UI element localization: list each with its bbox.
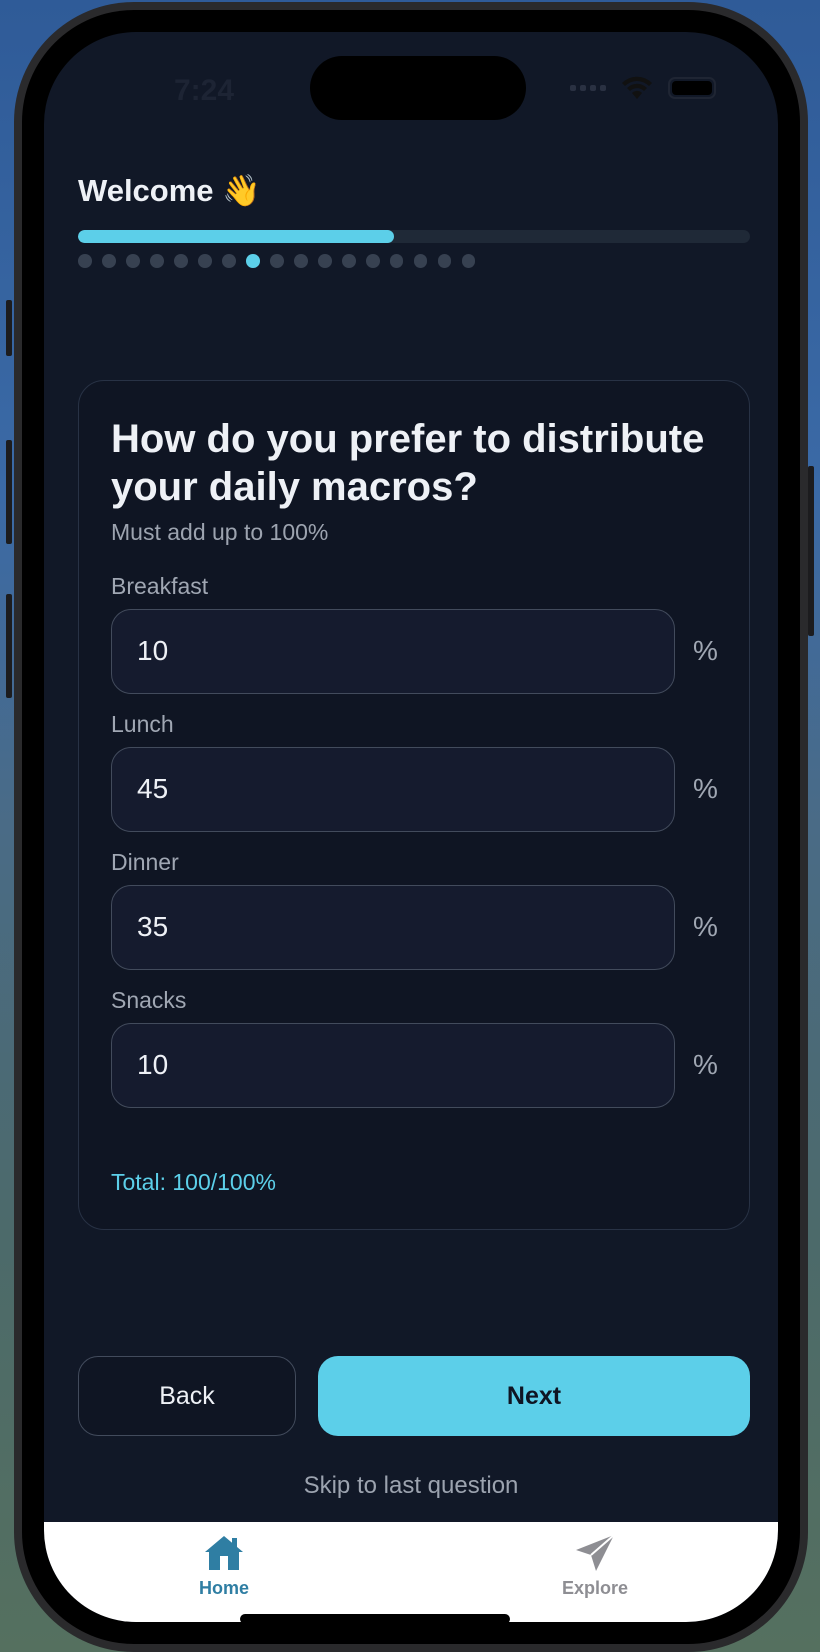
status-time: 7:24	[173, 74, 235, 107]
dinner-label: Dinner	[111, 849, 179, 875]
step-dot	[389, 254, 404, 268]
question-hint: Must add up to 100%	[111, 519, 329, 545]
battery-icon	[668, 77, 716, 99]
lunch-label: Lunch	[111, 711, 174, 737]
next-button[interactable]: Next	[318, 1356, 750, 1436]
snacks-input[interactable]: 10	[111, 1023, 675, 1108]
step-dot	[269, 254, 284, 268]
volume-up-button	[6, 440, 12, 544]
step-dot	[125, 254, 140, 268]
volume-down-button	[6, 594, 12, 698]
step-dot	[341, 254, 356, 268]
lunch-input[interactable]: 45	[111, 747, 675, 832]
paper-plane-icon	[576, 1534, 615, 1571]
dinner-unit: %	[693, 911, 718, 942]
dynamic-island	[310, 56, 526, 120]
tab-bar: Home Explore	[44, 1522, 778, 1622]
question-card: How do you prefer to distribute your dai…	[78, 380, 750, 1230]
step-dot	[78, 254, 92, 268]
step-dot-active	[245, 254, 260, 268]
breakfast-unit: %	[693, 635, 718, 666]
snacks-label: Snacks	[111, 987, 187, 1013]
step-dot	[221, 254, 236, 268]
total-readout: Total: 100/100%	[111, 1169, 276, 1195]
dinner-input[interactable]: 35	[111, 885, 675, 970]
snacks-unit: %	[693, 1049, 718, 1080]
skip-link[interactable]: Skip to last question	[44, 1472, 778, 1500]
question-title: How do you prefer to distribute your dai…	[111, 417, 705, 509]
cellular-signal-icon	[570, 85, 606, 91]
back-button[interactable]: Back	[78, 1356, 296, 1436]
power-button	[808, 466, 814, 636]
breakfast-input[interactable]: 10	[111, 609, 675, 694]
step-dot	[293, 254, 308, 268]
progress-bar-fill	[78, 230, 394, 243]
step-dot	[317, 254, 332, 268]
progress-bar	[78, 230, 750, 243]
step-indicator	[78, 254, 476, 268]
silent-switch	[6, 300, 12, 356]
phone-bezel: 7:24 Welcome 👋 How do you prefer to dist…	[22, 10, 800, 1644]
step-dot	[149, 254, 164, 268]
step-dot	[365, 254, 380, 268]
tab-home-label: Home	[198, 1578, 249, 1598]
page-title: Welcome 👋	[78, 173, 261, 208]
tab-explore[interactable]: Explore	[525, 1534, 665, 1599]
phone-frame: 7:24 Welcome 👋 How do you prefer to dist…	[14, 2, 808, 1652]
status-icons	[570, 72, 716, 104]
breakfast-label: Breakfast	[111, 573, 209, 599]
wifi-icon	[622, 76, 652, 99]
step-dot	[437, 254, 452, 268]
lunch-unit: %	[693, 773, 718, 804]
step-dot	[197, 254, 212, 268]
home-icon	[205, 1536, 243, 1570]
home-indicator[interactable]	[240, 1614, 510, 1624]
step-dot	[101, 254, 116, 268]
step-dot	[413, 254, 428, 268]
step-dot	[461, 254, 476, 268]
tab-explore-label: Explore	[561, 1578, 629, 1598]
tab-home[interactable]: Home	[154, 1534, 294, 1599]
step-dot	[173, 254, 188, 268]
screen: 7:24 Welcome 👋 How do you prefer to dist…	[44, 32, 778, 1622]
